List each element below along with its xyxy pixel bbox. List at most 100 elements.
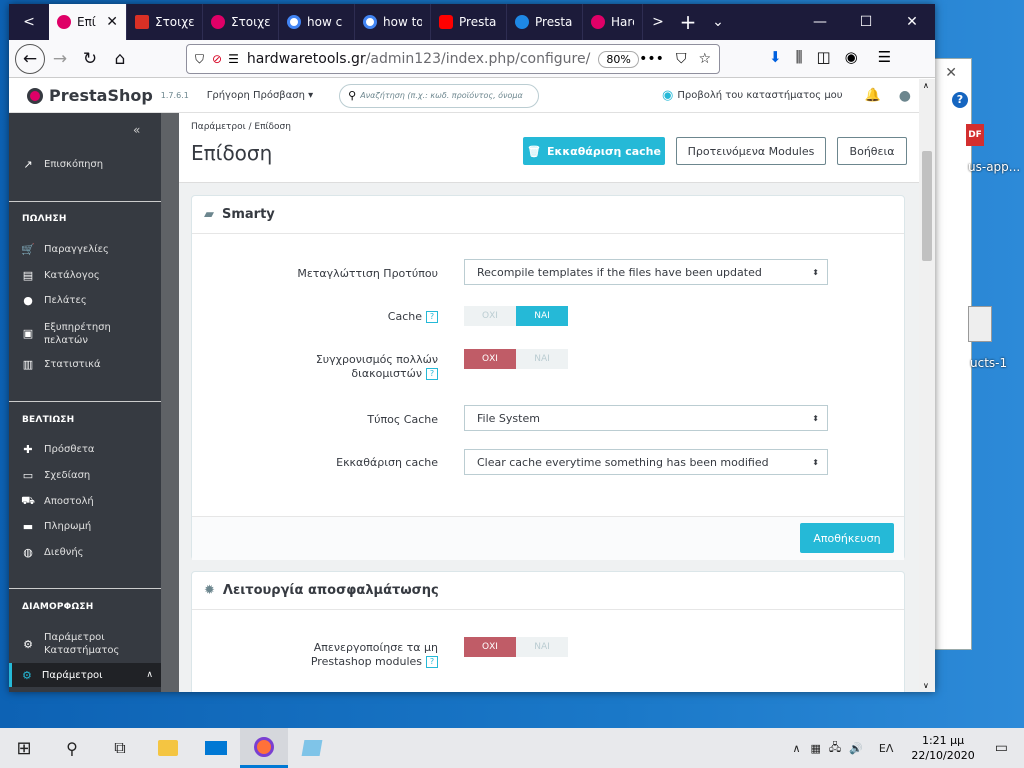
network-tray-icon[interactable]: ▦ (811, 742, 821, 755)
volume-icon[interactable]: 🔊 (849, 742, 863, 755)
tab[interactable]: Presta (431, 4, 507, 40)
task-view-icon[interactable]: ⧉ (96, 728, 144, 768)
url-bar[interactable]: ⛉ ⊘ ☰ hardwaretools.gr/admin123/index.ph… (186, 44, 720, 74)
tab[interactable]: Presta (507, 4, 583, 40)
help-button[interactable]: Βοήθεια (837, 137, 907, 165)
page-scrollbar[interactable]: ∧ ∨ (919, 79, 935, 692)
tab[interactable]: Στοιχε (127, 4, 203, 40)
save-button[interactable]: Αποθήκευση (800, 523, 894, 553)
sidebar-item-customers[interactable]: ● Πελάτες (22, 294, 172, 307)
toggle-no[interactable]: ΟΧΙ (464, 349, 516, 369)
collapse-sidebar-icon[interactable]: « (133, 123, 140, 137)
notifications-bell-icon[interactable]: 🔔 (865, 88, 881, 103)
sidebar-item-modules[interactable]: ✚ Πρόσθετα (22, 443, 172, 456)
clear-cache-button[interactable]: 🗑 Εκκαθάριση cache (523, 137, 665, 165)
search-input[interactable]: ⚲ Αναζήτηση (π.χ.: κωδ. προϊόντος, όνομα (339, 83, 540, 108)
clock[interactable]: 1:21 μμ 22/10/2020 (911, 733, 974, 763)
library-icon[interactable]: ⫼ (796, 48, 803, 66)
help-tooltip-icon[interactable]: ? (426, 311, 438, 323)
sidebar-item-shipping[interactable]: ⛟ Αποστολή (21, 494, 172, 507)
eye-icon[interactable]: ◉ (662, 88, 673, 103)
clear-cache-select[interactable]: Clear cache everytime something has been… (464, 449, 828, 475)
sidebar-item-shop-params[interactable]: ⚙ Παράμετροι Καταστήματος (22, 631, 172, 657)
notepad-icon[interactable] (288, 728, 336, 768)
help-icon[interactable]: ? (952, 92, 968, 108)
windows-start-icon[interactable]: ⊞ (0, 728, 48, 768)
sidebar-item-catalog[interactable]: ▤ Κατάλογος (22, 269, 172, 282)
document-icon[interactable] (968, 306, 992, 342)
disable-modules-toggle[interactable]: ΟΧΙ ΝΑΙ (464, 637, 568, 657)
tab[interactable]: how to (355, 4, 431, 40)
forward-icon[interactable]: → (45, 44, 75, 74)
language-indicator[interactable]: ΕΛ (879, 742, 893, 755)
tab-active[interactable]: Επί ✕ (49, 4, 127, 40)
close-icon[interactable]: ✕ (945, 65, 957, 81)
scroll-up-icon[interactable]: ∧ (923, 81, 929, 90)
toggle-no[interactable]: ΟΧΙ (464, 306, 516, 326)
account-icon[interactable]: ◉ (845, 48, 858, 66)
page-actions-icon[interactable]: ••• (639, 51, 664, 67)
pocket-icon[interactable]: ⛉ (676, 51, 687, 67)
sidebar-item-stats[interactable]: ▥ Στατιστικά (22, 358, 172, 371)
toggle-yes[interactable]: ΝΑΙ (516, 306, 568, 326)
help-tooltip-icon[interactable]: ? (426, 368, 438, 380)
tab-scroll-right-icon[interactable]: > (643, 4, 673, 40)
file-explorer-icon[interactable] (144, 728, 192, 768)
new-tab-icon[interactable]: + (673, 4, 703, 40)
sidebar-item-design[interactable]: ▭ Σχεδίαση (22, 469, 172, 482)
ps-logo[interactable]: PrestaShop (49, 86, 153, 105)
mail-icon[interactable] (192, 728, 240, 768)
sidebar-scrollbar[interactable] (161, 113, 179, 692)
multi-server-toggle[interactable]: ΟΧΙ ΝΑΙ (464, 349, 568, 369)
pdf-file-icon[interactable]: DF (966, 124, 984, 146)
user-profile-icon[interactable]: ● (899, 88, 911, 104)
sidebar-item-orders[interactable]: 🛒 Παραγγελίες (21, 243, 172, 256)
chevron-up-icon[interactable]: ∧ (146, 670, 153, 680)
list-tabs-icon[interactable]: ⌄ (703, 4, 733, 40)
menu-icon[interactable]: ☰ (878, 48, 891, 66)
tab[interactable]: how c (279, 4, 355, 40)
help-tooltip-icon[interactable]: ? (426, 656, 438, 668)
desktop-icon-label[interactable]: us-app... (968, 160, 1020, 174)
reload-icon[interactable]: ↻ (75, 44, 105, 74)
prestashop-logo-icon[interactable] (27, 87, 43, 104)
search-icon[interactable]: ⚲ (48, 728, 96, 768)
tray-chevron-icon[interactable]: ∧ (792, 742, 800, 755)
template-compilation-select[interactable]: Recompile templates if the files have be… (464, 259, 828, 285)
minimize-icon[interactable]: — (797, 4, 843, 40)
toggle-no[interactable]: ΟΧΙ (464, 637, 516, 657)
permissions-icon[interactable]: ☰ (228, 52, 239, 66)
insecure-lock-icon[interactable]: ⊘ (212, 52, 222, 66)
maximize-icon[interactable]: ☐ (843, 4, 889, 40)
cache-toggle[interactable]: ΟΧΙ ΝΑΙ (464, 306, 568, 326)
close-window-icon[interactable]: ✕ (889, 4, 935, 40)
close-tab-icon[interactable]: ✕ (106, 14, 118, 30)
cache-type-select[interactable]: File System ⬍ (464, 405, 828, 431)
firefox-icon[interactable] (240, 728, 288, 768)
scroll-down-icon[interactable]: ∨ (923, 681, 929, 690)
notifications-icon[interactable]: ▭ (995, 740, 1008, 756)
network-icon[interactable]: 🖧 (829, 739, 841, 758)
zoom-indicator[interactable]: 80% (598, 50, 639, 68)
recommended-modules-button[interactable]: Προτεινόμενα Modules (676, 137, 826, 165)
tab[interactable]: Hard (583, 4, 643, 40)
view-store-link[interactable]: Προβολή του καταστήματος μου (677, 90, 842, 101)
sidebar-icon[interactable]: ◫ (816, 48, 830, 66)
desktop-icon-label[interactable]: ucts-1 (970, 356, 1007, 370)
sidebar-item-payment[interactable]: ▬ Πληρωμή (22, 520, 172, 533)
sidebar-item-customer-service[interactable]: ▣ Εξυπηρέτηση πελατών (22, 321, 172, 347)
sidebar-item-international[interactable]: ◍ Διεθνής (22, 546, 172, 559)
back-icon[interactable]: ← (15, 43, 45, 74)
tab[interactable]: Στοιχε (203, 4, 279, 40)
breadcrumb-item[interactable]: Παράμετροι (191, 122, 246, 132)
sidebar-item-advanced-params[interactable]: ⚙ Παράμετροι ∧ (9, 663, 161, 687)
tab-scroll-left-icon[interactable]: < (9, 4, 49, 40)
scrollbar-thumb[interactable] (922, 151, 932, 261)
bookmark-star-icon[interactable]: ☆ (698, 51, 711, 67)
home-icon[interactable]: ⌂ (105, 44, 135, 74)
quick-access[interactable]: Γρήγορη Πρόσβαση ▾ (207, 90, 313, 101)
sidebar-item-overview[interactable]: ↗ Επισκόπηση (22, 158, 172, 171)
toggle-yes[interactable]: ΝΑΙ (516, 637, 568, 657)
download-icon[interactable]: ⬇ (769, 48, 782, 66)
toggle-yes[interactable]: ΝΑΙ (516, 349, 568, 369)
